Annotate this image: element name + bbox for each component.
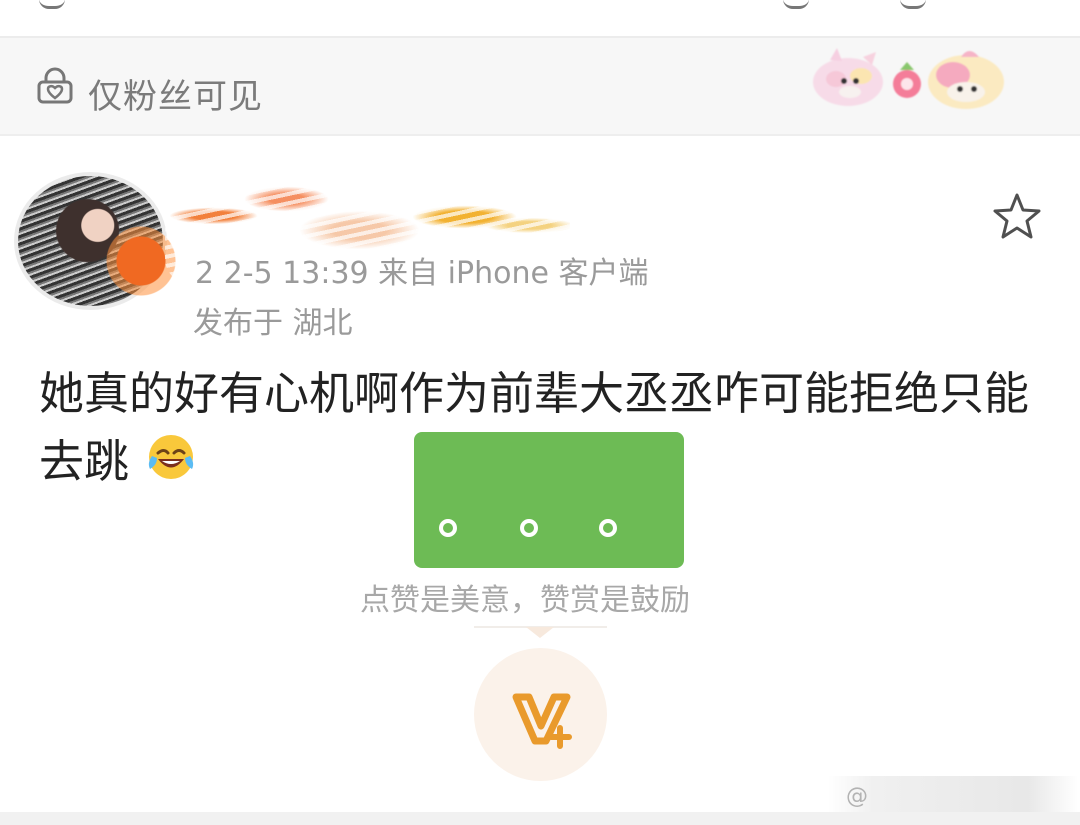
top-icon-fragment (900, 0, 926, 9)
dot-icon (439, 519, 457, 537)
dot-icon (520, 519, 538, 537)
post-content-line-2: 去跳 (39, 435, 130, 488)
watermark-text: @ (846, 784, 869, 809)
dot-icon (599, 519, 617, 537)
cartoon-sticker-icon (813, 48, 1004, 109)
top-icon-fragment (783, 0, 809, 9)
reward-button[interactable] (474, 648, 607, 781)
user-avatar-redacted[interactable] (18, 176, 176, 306)
bottom-divider (0, 812, 1080, 825)
reward-message: 点赞是美意，赞赏是鼓励 (360, 583, 690, 618)
post-content-line-1: 她真的好有心机啊作为前辈大丞丞咋可能拒绝只能 (39, 367, 1030, 420)
green-tip-box[interactable] (414, 432, 684, 568)
laughing-crying-emoji-icon (149, 435, 194, 479)
top-strip (0, 0, 1080, 38)
v-plus-icon (512, 693, 572, 749)
star-outline-icon[interactable] (990, 190, 1044, 244)
top-arrow-fragment (39, 0, 65, 9)
lock-heart-icon (37, 67, 73, 104)
reward-pointer (526, 627, 554, 638)
post-timestamp-and-source: 2 2-5 13:39 来自 iPhone 客户端 (195, 256, 649, 291)
visibility-label: 仅粉丝可见 (88, 77, 263, 117)
post-location: 发布于 湖北 (193, 306, 353, 341)
